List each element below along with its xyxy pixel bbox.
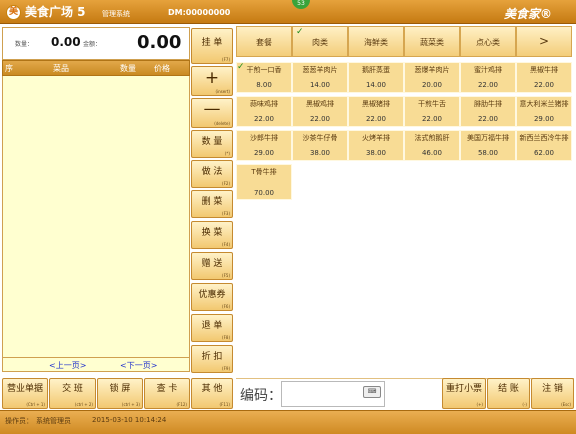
dish-item[interactable]: 新西兰西冷牛排 62.00: [516, 130, 572, 161]
reprint-receipt-button[interactable]: 重打小票 (+): [442, 378, 486, 409]
logout-button[interactable]: 注 销 (Esc): [531, 378, 574, 409]
datetime: 2015-03-10 10:14:24: [92, 416, 167, 424]
coupon-button[interactable]: 优惠券 (F6): [191, 283, 233, 311]
qty-label: 数量：: [15, 41, 34, 48]
dish-item[interactable]: 鹅肝蒸蛋 14.00: [348, 62, 404, 93]
dish-item[interactable]: 葱爆羊肉片 20.00: [404, 62, 460, 93]
order-pager: <上一页> <下一页>: [2, 358, 190, 372]
status-bar: [0, 410, 576, 434]
lock-screen-button[interactable]: 锁 屏 (ctrl + 3): [97, 378, 143, 409]
amount-label: 金额：: [83, 41, 102, 48]
category-meat[interactable]: ✓ 肉类: [292, 26, 348, 57]
operator-name: 系统管理员: [36, 417, 71, 425]
dish-item[interactable]: 火烤羊排 38.00: [348, 130, 404, 161]
code-label: 编码：: [240, 388, 282, 404]
order-table-header: 序 菜品 数量 价格: [2, 60, 190, 76]
col-qty: 数量: [120, 64, 136, 73]
brand-logo: 美食家®: [504, 7, 553, 21]
app-title: 美食广场 5: [25, 5, 86, 19]
increase-button[interactable]: + (insert): [191, 66, 233, 96]
category-dessert[interactable]: 点心类: [460, 26, 516, 57]
other-button[interactable]: 其 他 (F11): [191, 378, 233, 409]
discount-button[interactable]: 折 扣 (F9): [191, 345, 233, 373]
delete-dish-button[interactable]: 删 菜 (F3): [191, 190, 233, 218]
dish-item[interactable]: 蒜味鸡排 22.00: [236, 96, 292, 127]
business-receipts-button[interactable]: 营业单据 (Ctrl + 1): [2, 378, 48, 409]
category-next-button[interactable]: >: [516, 26, 572, 57]
dish-item[interactable]: ✓ 干煎一口香 8.00: [236, 62, 292, 93]
dish-item[interactable]: 葱葱羊肉片 14.00: [292, 62, 348, 93]
order-summary: 数量： 0.00 金额： 0.00: [2, 27, 190, 60]
method-button[interactable]: 做 法 (F2): [191, 160, 233, 188]
prev-page-link[interactable]: <上一页>: [49, 360, 86, 371]
checkout-button[interactable]: 结 账 (-): [487, 378, 530, 409]
dish-item[interactable]: 干煎牛舌 22.00: [404, 96, 460, 127]
check-card-button[interactable]: 查 卡 (F12): [144, 378, 190, 409]
swap-dish-button[interactable]: 换 菜 (F4): [191, 221, 233, 249]
category-vegetable[interactable]: 蔬菜类: [404, 26, 460, 57]
dish-item[interactable]: 黑椒鸡排 22.00: [292, 96, 348, 127]
qty-value: 0.00: [51, 35, 81, 49]
dish-item[interactable]: 沙茶牛仔骨 38.00: [292, 130, 348, 161]
dish-item[interactable]: 意大利米兰猪排 29.00: [516, 96, 572, 127]
dish-item[interactable]: 黑椒牛排 22.00: [516, 62, 572, 93]
col-dish: 菜品: [53, 64, 69, 73]
dish-item[interactable]: 美国万福牛排 58.00: [460, 130, 516, 161]
dish-item[interactable]: T骨牛排 70.00: [236, 164, 292, 200]
dish-item[interactable]: 腓肋牛排 22.00: [460, 96, 516, 127]
quantity-button[interactable]: 数 量 (*): [191, 130, 233, 158]
dish-item[interactable]: 法式煎鹅肝 46.00: [404, 130, 460, 161]
amount-value: 0.00: [137, 32, 182, 53]
refund-button[interactable]: 退 单 (F8): [191, 314, 233, 342]
app-logo: 美: [6, 5, 21, 20]
dish-item[interactable]: 沙郎牛排 29.00: [236, 130, 292, 161]
category-set-meal[interactable]: 套餐: [236, 26, 292, 57]
shift-change-button[interactable]: 交 班 (ctrl + 2): [49, 378, 96, 409]
device-id: DM:00000000: [168, 8, 231, 17]
keyboard-icon[interactable]: ⌨: [363, 386, 381, 398]
col-index: 序: [5, 64, 13, 73]
hold-order-button[interactable]: 挂 单 (F7): [191, 28, 233, 64]
selected-check-icon: ✓: [296, 27, 304, 37]
category-seafood[interactable]: 海鲜类: [348, 26, 404, 57]
dish-item[interactable]: 黑椒猪排 22.00: [348, 96, 404, 127]
app-subtitle: 管理系统: [102, 10, 130, 18]
decrease-button[interactable]: — (delete): [191, 98, 233, 128]
next-page-link[interactable]: <下一页>: [120, 360, 157, 371]
title-bar: [0, 0, 576, 24]
order-list[interactable]: [2, 76, 190, 358]
gift-button[interactable]: 赠 送 (F5): [191, 252, 233, 280]
dish-item[interactable]: 蜜汁鸡排 22.00: [460, 62, 516, 93]
col-price: 价格: [154, 64, 170, 73]
operator-label: 操作员：: [5, 417, 33, 425]
